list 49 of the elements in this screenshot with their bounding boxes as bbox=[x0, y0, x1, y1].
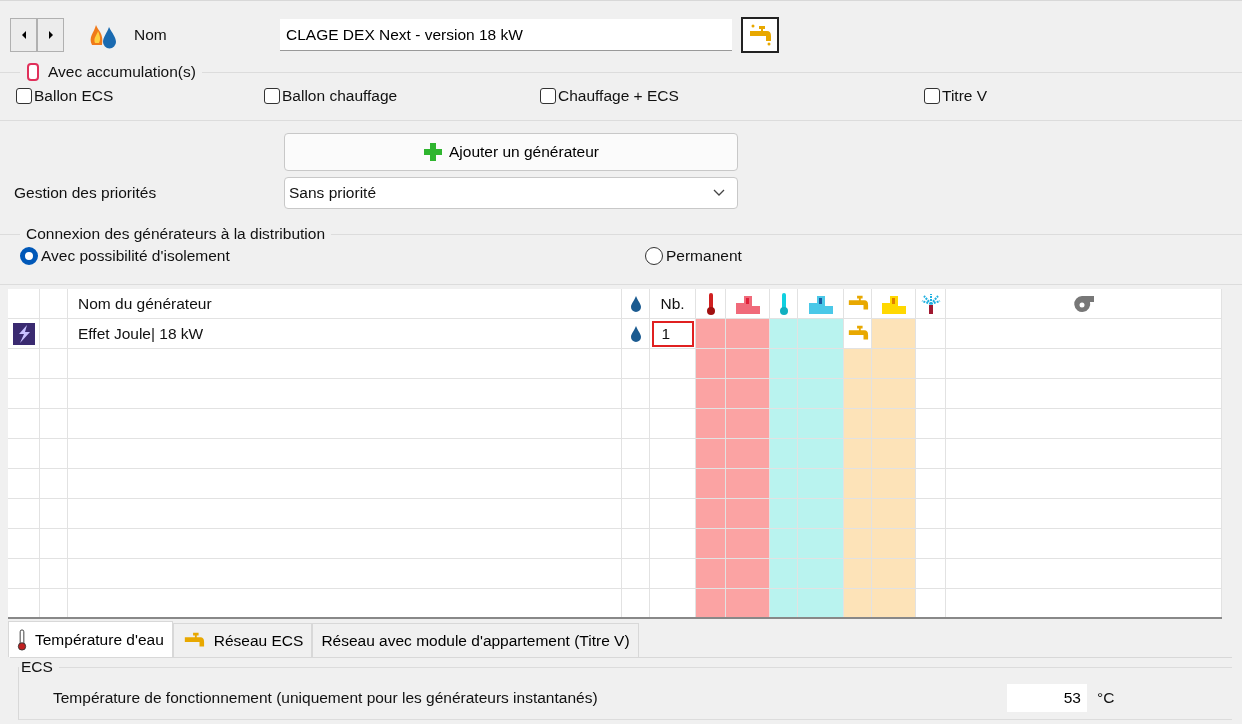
radio-label: Avec possibilité d'isolement bbox=[41, 247, 230, 265]
tab[interactable]: Réseau ECS bbox=[172, 623, 313, 657]
tap-icon bbox=[747, 23, 773, 47]
name-field[interactable]: CLAGE DEX Next - version 18 kW bbox=[280, 19, 732, 51]
tab[interactable]: Température d'eau bbox=[8, 621, 173, 657]
checkbox[interactable] bbox=[16, 88, 32, 104]
temperature-label: Température de fonctionnement (uniquement pour les générateurs instantanés) bbox=[53, 689, 599, 707]
next-button[interactable] bbox=[37, 18, 64, 52]
podium-icon bbox=[880, 293, 907, 314]
checkbox[interactable] bbox=[924, 88, 940, 104]
sprinkler-icon bbox=[919, 292, 942, 315]
lightning-icon bbox=[12, 322, 35, 345]
radio-button[interactable] bbox=[645, 247, 663, 265]
tab[interactable]: Réseau avec module d'appartement (Titre V) bbox=[312, 623, 639, 657]
checkbox[interactable] bbox=[540, 88, 556, 104]
column-header: Nom du générateur bbox=[78, 294, 212, 313]
group-title: Connexion des générateurs à la distribution bbox=[26, 225, 325, 243]
fan-icon bbox=[1071, 293, 1096, 314]
right-arrow-icon bbox=[46, 30, 55, 40]
checkbox-label: Chauffage + ECS bbox=[558, 87, 679, 105]
count-field[interactable]: 1 bbox=[651, 320, 694, 347]
priority-dropdown[interactable]: Sans priorité bbox=[284, 177, 738, 209]
unit-label: °C bbox=[1097, 689, 1115, 707]
group-title: ECS bbox=[21, 658, 53, 676]
thermometer-icon bbox=[705, 291, 716, 316]
column-header: Nb. bbox=[660, 294, 685, 313]
table-cell: Effet Joule| 18 kW bbox=[78, 324, 204, 343]
podium-icon bbox=[807, 293, 834, 314]
chevron-down-icon bbox=[713, 189, 725, 197]
checkbox[interactable] bbox=[264, 88, 280, 104]
add-generator-button[interactable]: Ajouter un générateur bbox=[284, 133, 738, 171]
radio-label: Permanent bbox=[666, 247, 742, 265]
drop-icon bbox=[629, 324, 642, 343]
temperature-field[interactable]: 53 bbox=[1007, 684, 1087, 712]
previous-button[interactable] bbox=[10, 18, 37, 52]
thermometer-icon bbox=[778, 291, 789, 316]
priority-label: Gestion des priorités bbox=[14, 184, 157, 202]
group-title: Avec accumulation(s) bbox=[48, 63, 196, 81]
radio-button[interactable] bbox=[20, 247, 38, 265]
thermometer-icon bbox=[17, 628, 27, 651]
podium-icon bbox=[734, 293, 761, 314]
name-label: Nom bbox=[134, 26, 168, 44]
drop-icon bbox=[629, 294, 642, 313]
checkbox-label: Ballon ECS bbox=[34, 87, 114, 105]
tap-button[interactable] bbox=[741, 17, 779, 53]
checkbox-label: Ballon chauffage bbox=[282, 87, 398, 105]
checkbox-label: Titre V bbox=[942, 87, 988, 105]
tank-icon bbox=[26, 63, 40, 81]
plus-icon bbox=[423, 142, 444, 162]
